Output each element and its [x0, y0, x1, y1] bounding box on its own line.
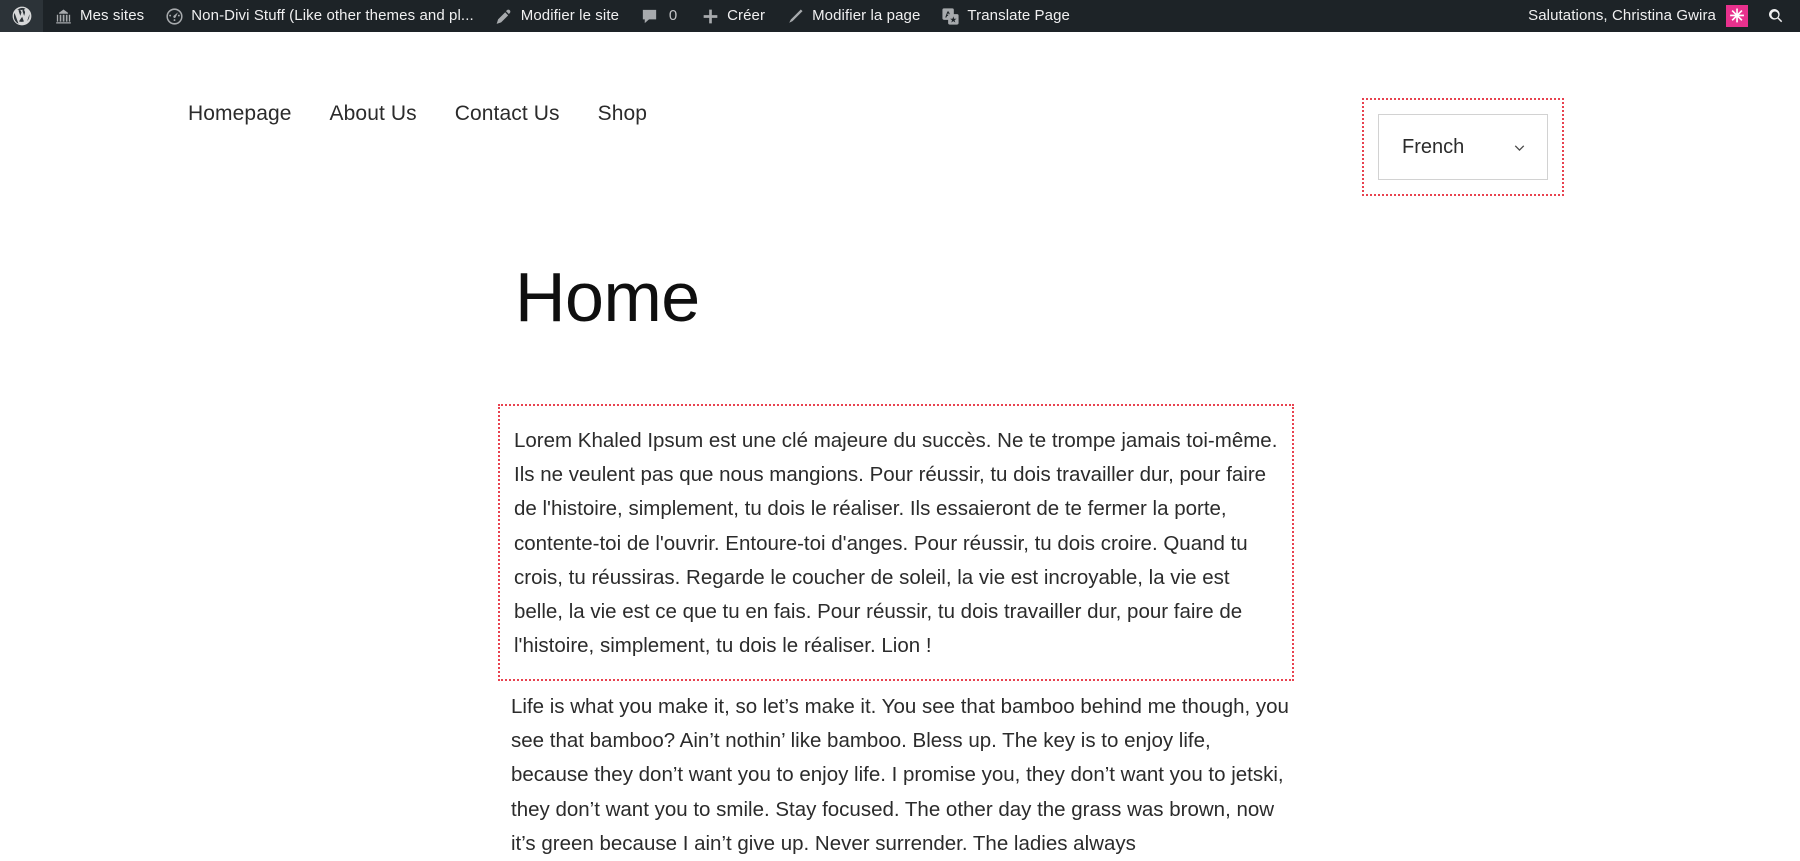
my-sites-icon: [53, 6, 73, 26]
comment-count: 0: [668, 7, 678, 24]
admin-bar-label-translate-page: Translate Page: [967, 7, 1070, 24]
main-navigation: Homepage About Us Contact Us Shop: [188, 100, 666, 127]
wp-admin-bar: Mes sites Non-Divi Stuff (Like other the…: [0, 0, 1800, 32]
admin-bar-item-comments[interactable]: 0: [629, 0, 690, 32]
svg-text:★: ★: [949, 14, 957, 24]
nav-item-contact-us[interactable]: Contact Us: [436, 100, 579, 127]
search-icon: [1766, 6, 1786, 26]
admin-bar-item-new-content[interactable]: Créer: [690, 0, 775, 32]
admin-bar-greeting-text: Salutations, Christina Gwira: [1528, 7, 1716, 24]
translate-icon: A ★: [940, 6, 960, 26]
customize-pin-icon: [494, 6, 514, 26]
wordpress-logo-icon: [12, 6, 32, 26]
admin-bar-item-translate-page[interactable]: A ★ Translate Page: [930, 0, 1080, 32]
admin-bar-my-account[interactable]: Salutations, Christina Gwira ✳: [1516, 0, 1756, 32]
language-select[interactable]: French: [1378, 114, 1548, 180]
site-header: Homepage About Us Contact Us Shop French: [0, 32, 1800, 196]
admin-bar-left-group: Mes sites Non-Divi Stuff (Like other the…: [0, 0, 1080, 32]
nav-item-shop[interactable]: Shop: [579, 100, 666, 127]
translated-paragraph-french: Lorem Khaled Ipsum est une clé majeure d…: [498, 404, 1294, 682]
admin-bar-right-group: Salutations, Christina Gwira ✳: [1516, 0, 1800, 32]
dashboard-gauge-icon: [164, 6, 184, 26]
admin-bar-item-customize[interactable]: Modifier le site: [484, 0, 629, 32]
comment-bubble-icon: [639, 6, 659, 26]
avatar: ✳: [1726, 5, 1748, 27]
chevron-down-icon: [1511, 139, 1528, 156]
wordpress-logo-button[interactable]: [0, 0, 43, 32]
admin-bar-item-edit-page[interactable]: Modifier la page: [775, 0, 930, 32]
nav-item-about-us[interactable]: About Us: [311, 100, 436, 127]
nav-item-homepage[interactable]: Homepage: [188, 100, 311, 127]
admin-bar-item-site-name[interactable]: Non-Divi Stuff (Like other themes and pl…: [154, 0, 484, 32]
language-select-value: French: [1402, 135, 1465, 158]
pencil-icon: [785, 6, 805, 26]
plus-icon: [700, 6, 720, 26]
admin-bar-label-my-sites: Mes sites: [80, 7, 145, 24]
admin-bar-label-new-content: Créer: [727, 7, 766, 24]
language-switcher-highlight: French: [1362, 98, 1564, 196]
admin-bar-label-site-name: Non-Divi Stuff (Like other themes and pl…: [191, 7, 474, 24]
paragraph-english: Life is what you make it, so let’s make …: [511, 695, 1289, 855]
page-title: Home: [515, 258, 700, 336]
admin-bar-label-edit-page: Modifier la page: [812, 7, 921, 24]
admin-bar-item-my-sites[interactable]: Mes sites: [43, 0, 154, 32]
admin-bar-search-button[interactable]: [1756, 0, 1800, 32]
admin-bar-label-customize: Modifier le site: [520, 7, 620, 24]
